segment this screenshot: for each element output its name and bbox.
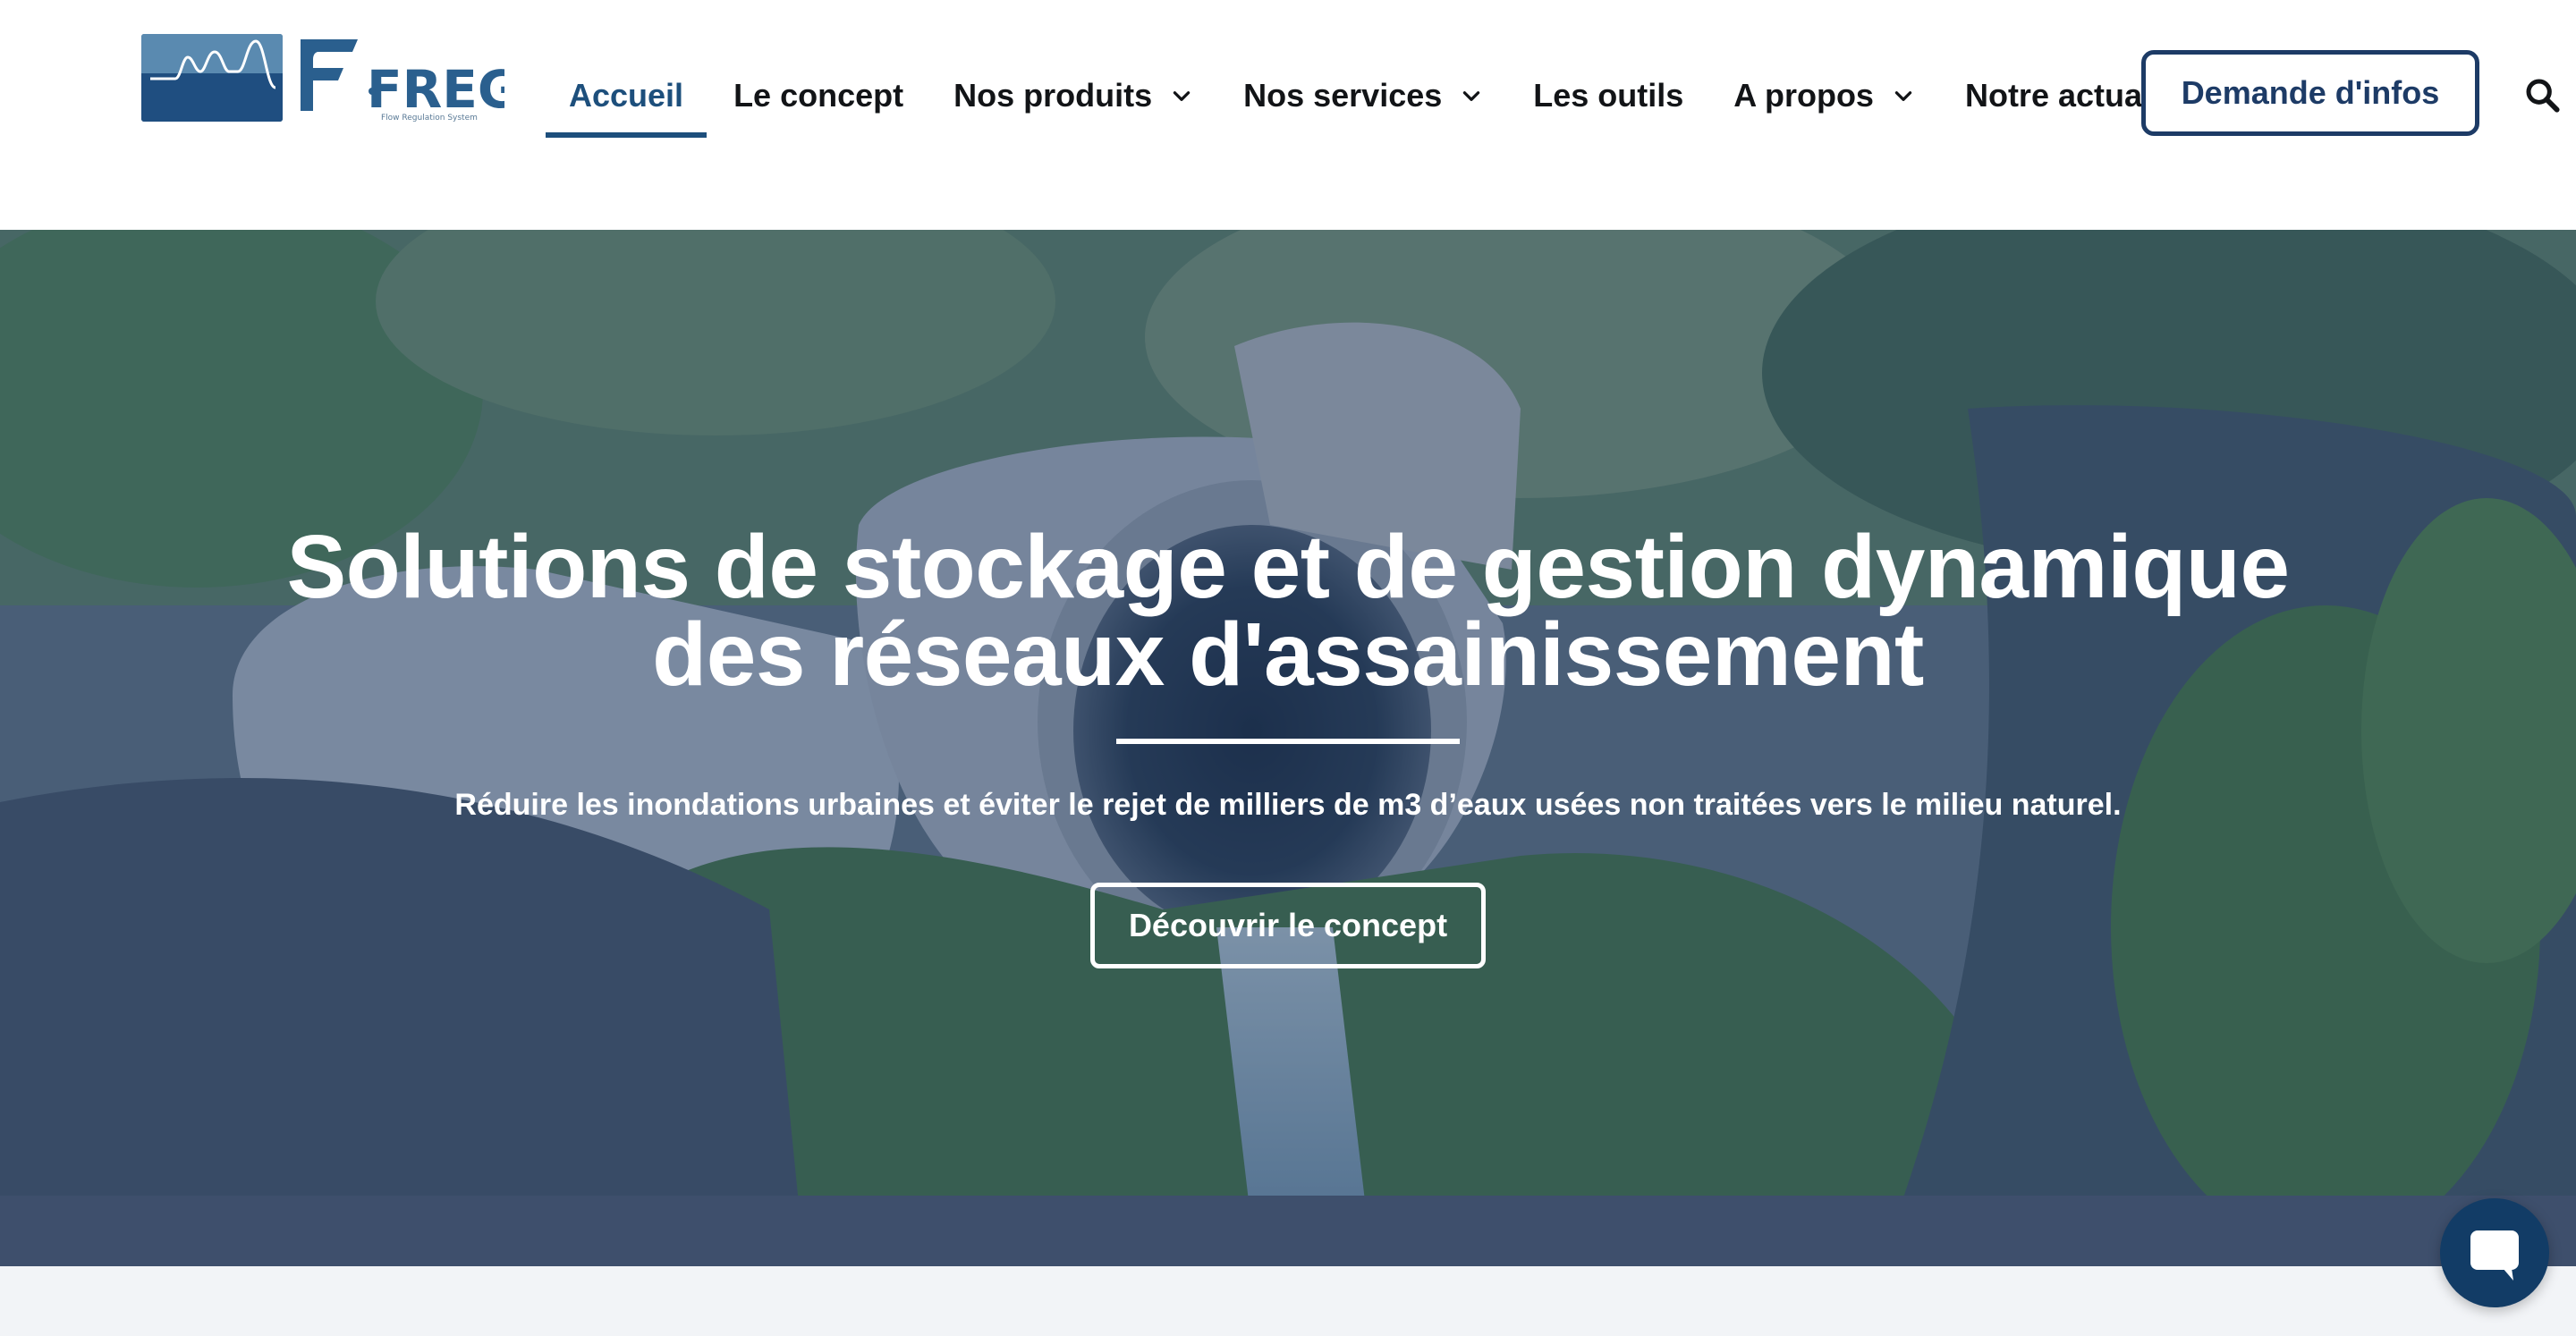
decouvrir-concept-button[interactable]: Découvrir le concept xyxy=(1090,883,1486,968)
chevron-down-icon xyxy=(1463,91,1480,101)
nav-item-nos-produits[interactable]: Nos produits xyxy=(928,54,1218,138)
hero-section: Solutions de stockage et de gestion dyna… xyxy=(0,230,2576,1266)
nav-item-nos-services[interactable]: Nos services xyxy=(1218,54,1508,138)
nav-item-accueil[interactable]: Accueil xyxy=(544,54,708,138)
main-nav: Accueil Le concept Nos produits Nos serv… xyxy=(544,54,2214,138)
logo-text: FREG xyxy=(367,59,504,120)
nav-item-le-concept[interactable]: Le concept xyxy=(708,54,928,138)
logo-wave-emblem xyxy=(141,34,283,122)
chat-widget-button[interactable] xyxy=(2440,1198,2549,1307)
hero-title-line-2: des réseaux d'assainissement xyxy=(652,605,1924,705)
nav-item-label: Nos produits xyxy=(953,77,1153,114)
freg-logo[interactable]: FREG Flow Regulation System xyxy=(141,34,521,123)
site-header: FREG Flow Regulation System Accueil Le c… xyxy=(0,0,2576,230)
nav-item-label: Accueil xyxy=(569,77,684,114)
hero-content: Solutions de stockage et de gestion dyna… xyxy=(0,230,2576,1266)
nav-item-label: Nos services xyxy=(1243,77,1443,114)
nav-item-label: Le concept xyxy=(733,77,904,114)
nav-item-les-outils[interactable]: Les outils xyxy=(1508,54,1708,138)
logo-wordmark: FREG Flow Regulation System xyxy=(295,34,521,123)
nav-item-label: A propos xyxy=(1733,77,1874,114)
hero-title: Solutions de stockage et de gestion dyna… xyxy=(215,522,2361,699)
hero-divider xyxy=(1116,739,1460,744)
search-icon[interactable] xyxy=(2524,77,2560,113)
hero-title-line-1: Solutions de stockage et de gestion dyna… xyxy=(286,517,2290,617)
next-section xyxy=(0,1266,2576,1336)
logo-tagline: Flow Regulation System xyxy=(381,114,478,123)
nav-item-label: Les outils xyxy=(1533,77,1684,114)
demande-infos-button[interactable]: Demande d'infos xyxy=(2141,50,2479,136)
nav-item-a-propos[interactable]: A propos xyxy=(1708,54,1940,138)
chat-bubble-icon xyxy=(2470,1230,2519,1281)
hero-subtitle: Réduire les inondations urbaines et évit… xyxy=(454,788,2122,822)
chevron-down-icon xyxy=(1894,91,1912,101)
chevron-down-icon xyxy=(1173,91,1191,101)
